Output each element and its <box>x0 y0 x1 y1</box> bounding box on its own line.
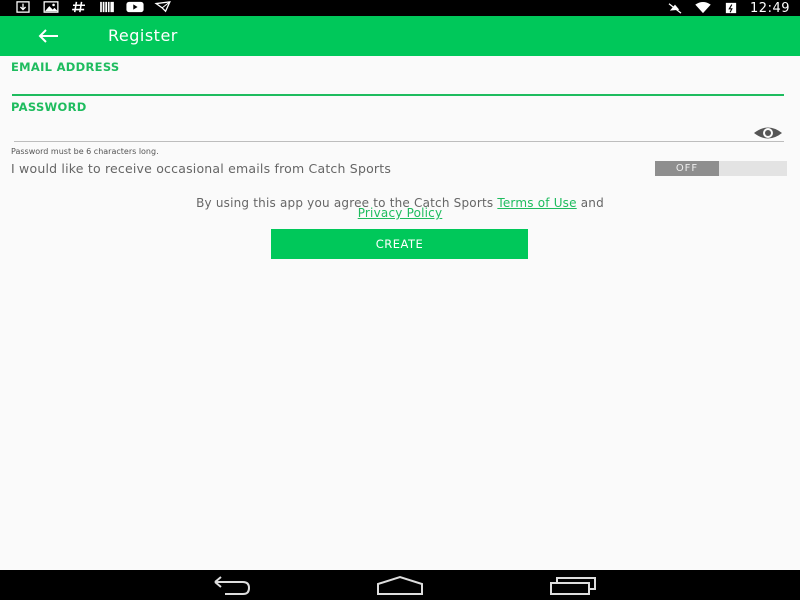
password-hint: Password must be 6 characters long. <box>11 147 159 156</box>
page-title: Register <box>108 26 178 45</box>
password-underline <box>14 141 784 142</box>
nav-back-icon[interactable] <box>205 574 255 596</box>
password-label: PASSWORD <box>11 100 87 114</box>
email-field[interactable] <box>12 74 746 96</box>
wifi-icon <box>695 2 711 14</box>
email-optin-toggle[interactable]: OFF <box>655 161 787 176</box>
status-time: 12:49 <box>750 0 790 16</box>
password-field[interactable] <box>12 120 746 142</box>
battery-icon <box>725 2 737 14</box>
download-icon <box>16 1 30 13</box>
status-bar-system: 12:49 <box>666 0 790 16</box>
email-underline <box>12 94 784 96</box>
barcode-icon <box>100 1 114 13</box>
navigation-bar <box>0 570 800 600</box>
nav-home-icon[interactable] <box>375 574 425 596</box>
image-icon <box>43 1 59 13</box>
status-bar: 12:49 <box>0 0 800 16</box>
youtube-icon <box>126 1 144 13</box>
mute-icon <box>668 3 682 14</box>
mail-icon <box>154 1 171 13</box>
back-arrow-icon[interactable] <box>34 24 62 48</box>
email-label: EMAIL ADDRESS <box>11 60 120 74</box>
toggle-state-label: OFF <box>655 161 719 176</box>
app-bar: Register <box>0 16 800 56</box>
status-bar-notifications <box>14 1 172 13</box>
nav-recents-icon[interactable] <box>548 574 598 596</box>
email-optin-label: I would like to receive occasional email… <box>11 161 392 176</box>
create-button[interactable]: CREATE <box>271 229 528 259</box>
privacy-policy-link[interactable]: Privacy Policy <box>358 206 443 220</box>
hash-icon <box>72 1 85 13</box>
terms-line-2: Privacy Policy <box>0 206 800 220</box>
show-password-eye-icon[interactable] <box>752 124 784 142</box>
